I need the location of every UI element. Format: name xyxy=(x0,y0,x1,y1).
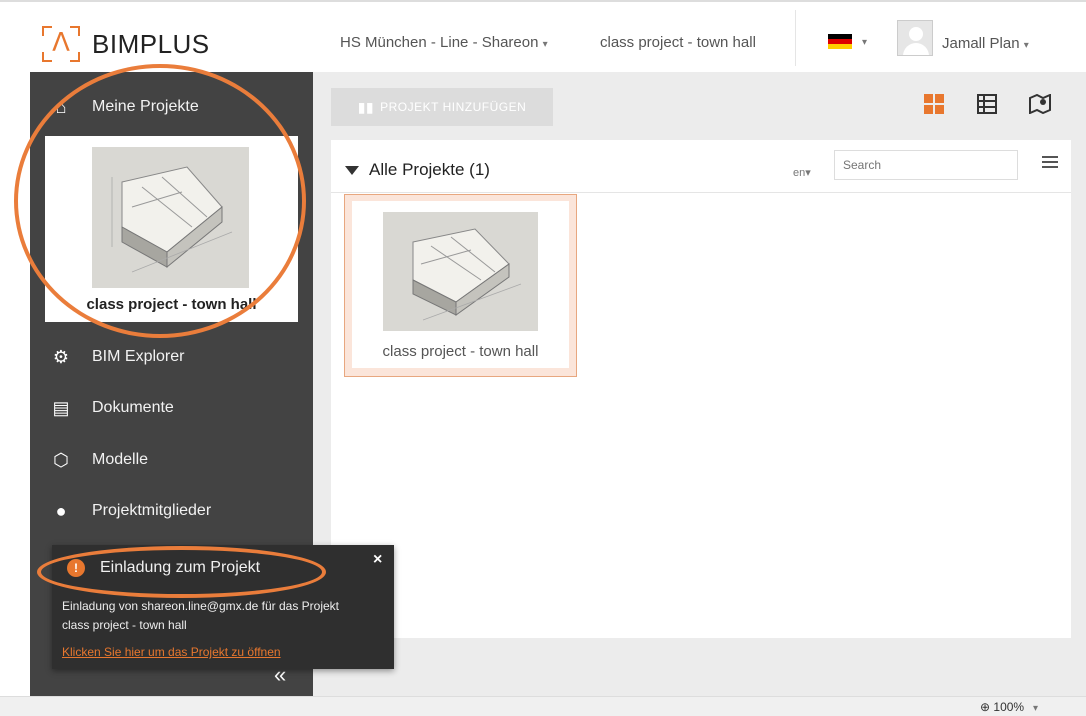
panel-title: Alle Projekte (1) xyxy=(345,160,490,180)
current-project-card[interactable]: class project - town hall xyxy=(45,136,298,322)
avatar[interactable] xyxy=(897,20,933,56)
project-name: class project - town hall xyxy=(600,34,756,51)
sidebar-item-projektmitglieder[interactable]: ● Projektmitglieder xyxy=(30,486,313,536)
model-cube-icon: ⬡ xyxy=(53,449,69,470)
project-thumbnail xyxy=(383,212,538,331)
projects-panel: Alle Projekte (1) en▾ Search class proje… xyxy=(331,140,1071,638)
project-thumbnail xyxy=(92,147,249,288)
project-selector[interactable]: class project - town hall xyxy=(600,34,756,51)
current-project-name: class project - town hall xyxy=(86,296,257,313)
zoom-level: 100% xyxy=(993,700,1025,714)
zoom-icon: ⊕ xyxy=(980,700,991,714)
person-icon: ● xyxy=(55,500,67,521)
logo-text: BIMPLUS xyxy=(92,28,210,59)
invitation-notification: ! Einladung zum Projekt × Einladung von … xyxy=(52,545,394,669)
user-chevron-icon: ▾ xyxy=(1023,40,1029,51)
german-flag-icon[interactable] xyxy=(828,34,852,49)
user-name: Jamall Plan xyxy=(942,35,1020,52)
project-card-inner: class project - town hall xyxy=(352,201,569,368)
chevron-down-icon: ▾ xyxy=(542,39,548,50)
sort-dropdown[interactable]: en▾ xyxy=(793,166,811,179)
user-menu[interactable]: Jamall Plan ▾ xyxy=(942,35,1029,52)
sidebar-item-label: Meine Projekte xyxy=(92,98,199,115)
search-input[interactable] xyxy=(834,150,1018,180)
info-icon: ! xyxy=(67,559,85,577)
sidebar-item-label: Modelle xyxy=(92,451,149,468)
panel-title-text: Alle Projekte (1) xyxy=(369,160,490,179)
add-project-icon: ▮▮ xyxy=(357,98,375,115)
language-chevron-icon[interactable]: ▾ xyxy=(862,37,867,48)
notification-title: Einladung zum Projekt xyxy=(100,559,261,576)
sidebar-item-label: Dokumente xyxy=(92,399,174,416)
project-card[interactable]: class project - town hall xyxy=(344,194,577,377)
sidebar-item-bim-explorer[interactable]: ⚙ BIM Explorer xyxy=(30,332,313,382)
add-project-button[interactable]: ▮▮ PROJEKT HINZUFÜGEN xyxy=(331,88,553,126)
notification-body-line: Einladung von shareon.line@gmx.de für da… xyxy=(62,599,340,613)
notification-body-line: class project - town hall xyxy=(62,618,187,632)
panel-divider xyxy=(331,192,1071,193)
team-selector[interactable]: HS München - Line - Shareon ▾ xyxy=(340,34,548,51)
filter-icon[interactable] xyxy=(345,165,359,175)
zoom-chevron-icon: ▾ xyxy=(1027,703,1039,714)
project-card-name: class project - town hall xyxy=(382,343,539,360)
list-options-icon[interactable] xyxy=(1042,156,1058,170)
grid-view-icon[interactable] xyxy=(924,94,944,119)
open-project-link[interactable]: Klicken Sie hier um das Projekt zu öffne… xyxy=(62,645,281,659)
sidebar-item-label: BIM Explorer xyxy=(92,348,185,365)
bimplus-logo[interactable]: Λ BIMPLUS xyxy=(40,24,210,64)
sidebar-item-modelle[interactable]: ⬡ Modelle xyxy=(30,435,313,485)
add-project-label: PROJEKT HINZUFÜGEN xyxy=(380,100,527,114)
top-header: Λ BIMPLUS HS München - Line - Shareon ▾ … xyxy=(0,0,1086,72)
sidebar-item-label: Projektmitglieder xyxy=(92,502,212,519)
main-content: ▮▮ PROJEKT HINZUFÜGEN Alle Projekte (1) … xyxy=(313,72,1086,696)
status-bar: ⊕ 100% ▾ xyxy=(0,696,1086,716)
zoom-control[interactable]: ⊕ 100% ▾ xyxy=(980,700,1038,714)
header-divider xyxy=(795,10,796,66)
notification-body: Einladung von shareon.line@gmx.de für da… xyxy=(62,597,387,635)
document-icon: ▤ xyxy=(52,397,70,418)
app-window: Λ BIMPLUS HS München - Line - Shareon ▾ … xyxy=(0,0,1086,716)
bim-explorer-icon: ⚙ xyxy=(52,346,70,367)
logo-mark-icon: Λ xyxy=(40,24,82,64)
sidebar-item-dokumente[interactable]: ▤ Dokumente xyxy=(30,383,313,433)
close-icon[interactable]: × xyxy=(373,551,382,569)
map-view-icon[interactable] xyxy=(1029,93,1051,119)
home-icon: ⌂ xyxy=(55,96,67,117)
table-view-icon[interactable] xyxy=(977,94,997,119)
team-name: HS München - Line - Shareon xyxy=(340,34,539,51)
sidebar-item-meine-projekte[interactable]: ⌂ Meine Projekte xyxy=(30,82,313,132)
